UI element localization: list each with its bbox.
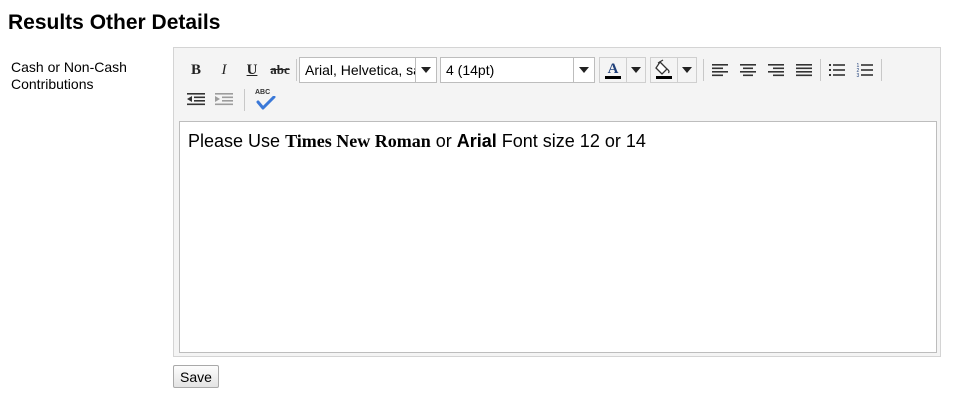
text-color-button[interactable]: A: [599, 57, 646, 83]
chevron-down-icon: [421, 67, 431, 73]
outdent-icon: [187, 93, 205, 106]
svg-text:3: 3: [857, 73, 860, 78]
content-segment-times: Times New Roman: [285, 131, 431, 151]
toolbar-separator: [881, 59, 882, 81]
chevron-down-icon: [579, 67, 589, 73]
background-color-button[interactable]: [650, 57, 697, 83]
editor-content-area[interactable]: Please Use Times New Roman or Arial Font…: [179, 121, 937, 353]
italic-icon: I: [221, 61, 227, 78]
font-family-dropdown[interactable]: [415, 58, 436, 82]
italic-button[interactable]: I: [210, 58, 238, 82]
rich-text-editor: B I U abc Arial, Helvetica, sans-serif 4…: [173, 47, 941, 357]
background-color-dropdown[interactable]: [677, 58, 696, 82]
content-segment: Please Use: [188, 131, 286, 151]
toolbar-separator: [244, 89, 245, 111]
align-left-icon: [712, 64, 728, 77]
save-button[interactable]: Save: [173, 365, 219, 388]
text-color-icon[interactable]: A: [600, 58, 626, 82]
bullet-list-icon: [829, 64, 845, 76]
svg-text:A: A: [608, 61, 619, 77]
bullet-list-button[interactable]: [823, 58, 851, 82]
align-center-button[interactable]: [734, 58, 762, 82]
editor-content-text: Please Use Times New Roman or Arial Font…: [188, 130, 646, 152]
toolbar-separator: [296, 59, 297, 81]
align-right-button[interactable]: [762, 58, 790, 82]
paint-bucket-icon[interactable]: [651, 58, 677, 82]
underline-icon: U: [246, 61, 258, 78]
page-title: Results Other Details: [8, 11, 221, 34]
outdent-button[interactable]: [182, 88, 210, 112]
font-size-value: 4 (14pt): [446, 62, 495, 78]
font-size-dropdown[interactable]: [573, 58, 594, 82]
spellcheck-label: ABC: [255, 89, 271, 96]
numbered-list-button[interactable]: 1 2 3: [851, 58, 879, 82]
indent-icon: [215, 93, 233, 106]
editor-toolbar-row-2: ABC: [182, 87, 279, 113]
bold-button[interactable]: B: [182, 58, 210, 82]
align-left-button[interactable]: [706, 58, 734, 82]
align-justify-button[interactable]: [790, 58, 818, 82]
spellcheck-button[interactable]: ABC: [251, 88, 279, 112]
chevron-down-icon: [631, 67, 641, 73]
font-size-select[interactable]: 4 (14pt): [440, 57, 595, 83]
align-right-icon: [768, 64, 784, 77]
underline-button[interactable]: U: [238, 58, 266, 82]
strikethrough-icon: abc: [270, 62, 290, 77]
bold-icon: B: [190, 61, 201, 78]
spellcheck-icon: ABC: [254, 89, 276, 111]
align-center-icon: [740, 64, 756, 77]
text-color-dropdown[interactable]: [626, 58, 645, 82]
font-family-value: Arial, Helvetica, sans-serif: [305, 62, 415, 78]
content-segment: or: [430, 131, 457, 151]
strikethrough-button[interactable]: abc: [266, 58, 294, 82]
indent-button[interactable]: [210, 88, 238, 112]
font-family-select[interactable]: Arial, Helvetica, sans-serif: [299, 57, 437, 83]
editor-toolbar-row-1: B I U abc Arial, Helvetica, sans-serif 4…: [182, 57, 884, 83]
chevron-down-icon: [682, 67, 692, 73]
toolbar-separator: [820, 59, 821, 81]
toolbar-separator: [703, 59, 704, 81]
field-label: Cash or Non-Cash Contributions: [11, 59, 127, 92]
content-segment: Font size 12 or 14: [496, 131, 646, 151]
align-justify-icon: [796, 64, 812, 77]
content-segment-arial: Arial: [456, 131, 497, 151]
numbered-list-icon: 1 2 3: [857, 63, 873, 78]
